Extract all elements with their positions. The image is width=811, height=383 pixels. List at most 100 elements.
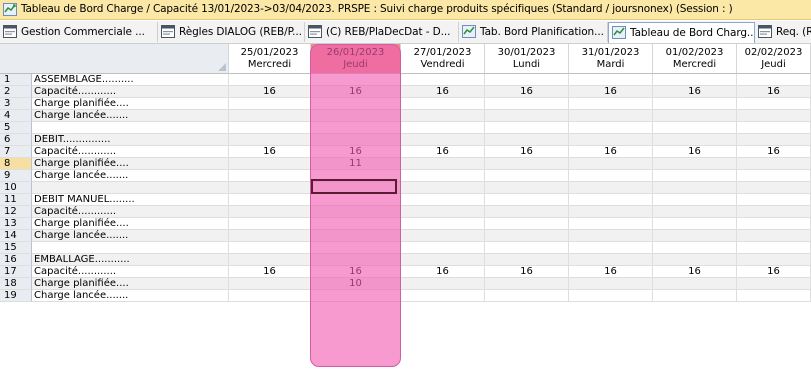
row-number[interactable]: 19 xyxy=(0,290,32,302)
grid-cell[interactable]: 16 xyxy=(311,146,401,158)
grid-cell[interactable] xyxy=(311,230,401,242)
grid-cell[interactable] xyxy=(229,122,311,134)
row-label[interactable] xyxy=(32,122,229,134)
grid-cell[interactable] xyxy=(401,122,485,134)
grid-cell[interactable] xyxy=(653,218,737,230)
grid-cell[interactable] xyxy=(311,134,401,146)
grid-cell[interactable] xyxy=(311,218,401,230)
grid-cell[interactable] xyxy=(311,74,401,86)
grid-cell[interactable] xyxy=(485,254,569,266)
grid-cell[interactable] xyxy=(737,194,811,206)
grid-cell[interactable] xyxy=(569,74,653,86)
grid-cell[interactable]: 10 xyxy=(311,278,401,290)
row-label[interactable]: Charge lancée....... xyxy=(32,230,229,242)
grid-cell[interactable] xyxy=(311,254,401,266)
grid-cell[interactable] xyxy=(569,254,653,266)
grid-cell[interactable] xyxy=(485,290,569,302)
row-number[interactable]: 1 xyxy=(0,74,32,86)
grid-cell[interactable] xyxy=(229,158,311,170)
grid-cell[interactable] xyxy=(653,98,737,110)
grid-cell[interactable] xyxy=(737,122,811,134)
grid-cell[interactable] xyxy=(485,218,569,230)
row-label[interactable]: Charge planifiée.... xyxy=(32,98,229,110)
grid-cell[interactable] xyxy=(737,278,811,290)
grid-cell[interactable] xyxy=(401,230,485,242)
row-number[interactable]: 7 xyxy=(0,146,32,158)
grid-cell[interactable] xyxy=(653,110,737,122)
row-label[interactable]: ASSEMBLAGE.......... xyxy=(32,74,229,86)
row-number[interactable]: 10 xyxy=(0,182,32,194)
tab-1[interactable]: Gestion Commerciale ... xyxy=(0,22,158,42)
grid-cell[interactable] xyxy=(311,182,401,194)
grid-cell[interactable] xyxy=(229,290,311,302)
grid-cell[interactable] xyxy=(311,242,401,254)
row-label[interactable]: Charge lancée....... xyxy=(32,110,229,122)
grid-cell[interactable] xyxy=(311,290,401,302)
column-header-3[interactable]: 27/01/2023 Vendredi xyxy=(401,44,485,74)
grid-cell[interactable] xyxy=(653,122,737,134)
tab-3[interactable]: (C) REB/PlaDecDat - D... xyxy=(305,22,459,42)
grid-cell[interactable] xyxy=(737,110,811,122)
grid-cell[interactable] xyxy=(569,278,653,290)
grid-cell[interactable] xyxy=(485,110,569,122)
grid-cell[interactable] xyxy=(653,254,737,266)
grid-cell[interactable] xyxy=(229,110,311,122)
grid-cell[interactable] xyxy=(311,110,401,122)
grid-cell[interactable] xyxy=(569,242,653,254)
row-label[interactable]: Capacité............ xyxy=(32,146,229,158)
grid-cell[interactable] xyxy=(569,98,653,110)
grid-cell[interactable]: 16 xyxy=(485,266,569,278)
grid-cell[interactable] xyxy=(229,230,311,242)
grid-cell[interactable]: 16 xyxy=(737,86,811,98)
row-number[interactable]: 11 xyxy=(0,194,32,206)
row-number[interactable]: 4 xyxy=(0,110,32,122)
grid-cell[interactable] xyxy=(737,206,811,218)
grid-cell[interactable]: 16 xyxy=(737,146,811,158)
row-number[interactable]: 5 xyxy=(0,122,32,134)
row-label[interactable] xyxy=(32,242,229,254)
grid-cell[interactable] xyxy=(229,242,311,254)
grid-cell[interactable] xyxy=(311,206,401,218)
grid-cell[interactable] xyxy=(229,182,311,194)
grid-cell[interactable] xyxy=(401,278,485,290)
grid-cell[interactable] xyxy=(229,194,311,206)
grid-cell[interactable] xyxy=(401,110,485,122)
grid-cell[interactable] xyxy=(737,230,811,242)
grid-cell[interactable] xyxy=(569,158,653,170)
row-label[interactable]: Charge planifiée.... xyxy=(32,278,229,290)
grid-cell[interactable] xyxy=(653,74,737,86)
grid-cell[interactable] xyxy=(569,218,653,230)
grid-cell[interactable] xyxy=(485,122,569,134)
row-number[interactable]: 16 xyxy=(0,254,32,266)
grid-cell[interactable] xyxy=(401,170,485,182)
grid-cell[interactable]: 16 xyxy=(229,146,311,158)
grid-cell[interactable] xyxy=(569,122,653,134)
grid-cell[interactable] xyxy=(569,134,653,146)
tab-6[interactable]: Req. (R xyxy=(755,22,811,42)
grid-cell[interactable] xyxy=(485,158,569,170)
grid-cell[interactable] xyxy=(311,122,401,134)
grid-cell[interactable] xyxy=(737,242,811,254)
grid-cell[interactable] xyxy=(485,194,569,206)
grid-cell[interactable] xyxy=(569,206,653,218)
grid-cell[interactable] xyxy=(653,206,737,218)
grid-cell[interactable] xyxy=(401,158,485,170)
row-label[interactable]: Capacité............ xyxy=(32,206,229,218)
grid-cell[interactable] xyxy=(737,170,811,182)
grid-cell[interactable] xyxy=(401,182,485,194)
column-header-4[interactable]: 30/01/2023 Lundi xyxy=(485,44,569,74)
grid-cell[interactable]: 16 xyxy=(485,146,569,158)
grid-cell[interactable] xyxy=(485,206,569,218)
grid-cell[interactable] xyxy=(485,278,569,290)
grid-cell[interactable] xyxy=(653,278,737,290)
grid-cell[interactable]: 16 xyxy=(569,266,653,278)
grid-cell[interactable] xyxy=(737,158,811,170)
grid-cell[interactable] xyxy=(569,230,653,242)
grid-cell[interactable] xyxy=(311,98,401,110)
row-number[interactable]: 9 xyxy=(0,170,32,182)
row-number[interactable]: 6 xyxy=(0,134,32,146)
grid-cell[interactable] xyxy=(737,74,811,86)
grid-cell[interactable] xyxy=(401,74,485,86)
grid-cell[interactable] xyxy=(653,134,737,146)
grid-cell[interactable] xyxy=(229,170,311,182)
